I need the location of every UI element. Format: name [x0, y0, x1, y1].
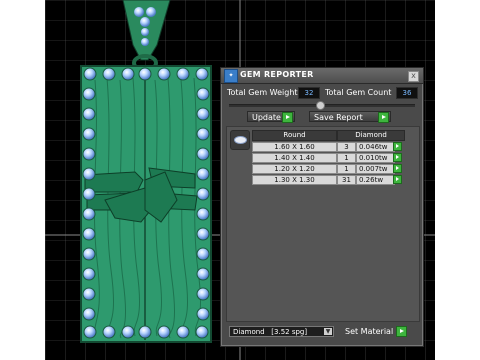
gem-stone: [83, 67, 97, 81]
close-icon[interactable]: x: [408, 71, 419, 82]
stone-size: 1.40 X 1.40: [252, 153, 337, 163]
update-button[interactable]: Update: [247, 111, 295, 123]
gem-shape-icon[interactable]: [230, 130, 250, 150]
stone-count: 3: [337, 142, 356, 152]
gem-stone: [196, 207, 210, 221]
stone-count: 1: [337, 153, 356, 163]
material-select[interactable]: Diamond [3.52 spg] ▼: [229, 326, 334, 337]
gem-stone: [82, 147, 96, 161]
stone-weight: 0.26tw: [356, 175, 395, 185]
gem-reporter-icon: ✦: [224, 69, 238, 83]
stone-size: 1.30 X 1.30: [252, 175, 337, 185]
play-icon[interactable]: [393, 142, 402, 151]
total-gem-weight-value: 32: [298, 87, 320, 99]
play-icon[interactable]: [393, 175, 402, 184]
save-report-button[interactable]: Save Report: [309, 111, 391, 123]
gem-stone: [157, 67, 171, 81]
material-select-value: Diamond [3.52 spg]: [233, 328, 308, 336]
gem-stone: [82, 307, 96, 321]
gem-stone: [82, 247, 96, 261]
gem-stone: [121, 67, 135, 81]
play-icon[interactable]: [393, 164, 402, 173]
slider-handle[interactable]: [316, 101, 325, 110]
total-gem-weight-label: Total Gem Weight: [227, 88, 298, 97]
gem-stone: [102, 325, 116, 339]
column-header-diamond: Diamond: [337, 130, 405, 141]
gem-reporter-panel: ✦ GEM REPORTER x Total Gem Weight 32 Tot…: [220, 67, 424, 347]
gem-stone: [82, 167, 96, 181]
gem-stone: [138, 325, 152, 339]
gem-stone: [138, 67, 152, 81]
stone-weight: 0.046tw: [356, 142, 395, 152]
gem-stone: [82, 207, 96, 221]
gem-stone: [82, 87, 96, 101]
panel-titlebar[interactable]: ✦ GEM REPORTER x: [221, 68, 423, 84]
gem-stone: [82, 287, 96, 301]
gem-stone: [196, 247, 210, 261]
gem-stone: [121, 325, 135, 339]
gem-stone: [83, 325, 97, 339]
gem-stone: [196, 87, 210, 101]
gem-stone: [196, 147, 210, 161]
total-gem-count-label: Total Gem Count: [325, 88, 392, 97]
gem-stone: [196, 167, 210, 181]
gem-stone: [196, 307, 210, 321]
gem-stone: [82, 187, 96, 201]
stone-weight: 0.010tw: [356, 153, 395, 163]
play-icon: [378, 112, 389, 123]
stone-count: 31: [337, 175, 356, 185]
play-icon[interactable]: [393, 153, 402, 162]
total-gem-count-value: 36: [396, 87, 418, 99]
column-header-round: Round: [252, 130, 337, 141]
gem-stone: [82, 107, 96, 121]
stone-weight: 0.007tw: [356, 164, 395, 174]
gem-stone: [196, 267, 210, 281]
gem-stone: [157, 325, 171, 339]
gem-stone: [196, 287, 210, 301]
stone-count: 1: [337, 164, 356, 174]
gem-stone: [176, 325, 190, 339]
set-material-button[interactable]: [396, 326, 407, 337]
gem-list-area: Round Diamond 1.60 X 1.60 3 0.046tw 1.40…: [226, 126, 420, 322]
chevron-down-icon: ▼: [324, 328, 332, 335]
play-icon: [282, 112, 293, 123]
gem-stone: [196, 227, 210, 241]
update-button-label: Update: [252, 113, 281, 122]
gem-stone: [82, 227, 96, 241]
gem-stone: [82, 267, 96, 281]
gem-stone: [196, 107, 210, 121]
set-material-label[interactable]: Set Material: [345, 327, 393, 336]
stone-size: 1.20 X 1.20: [252, 164, 337, 174]
gem-stone: [82, 127, 96, 141]
gem-stone: [102, 67, 116, 81]
gem-stone: [176, 67, 190, 81]
gem-stone: [195, 325, 209, 339]
gem-stone: [196, 187, 210, 201]
stone-size: 1.60 X 1.60: [252, 142, 337, 152]
gem-stone: [195, 67, 209, 81]
gem-stone: [196, 127, 210, 141]
panel-title: GEM REPORTER: [240, 70, 314, 79]
save-report-button-label: Save Report: [314, 113, 363, 122]
